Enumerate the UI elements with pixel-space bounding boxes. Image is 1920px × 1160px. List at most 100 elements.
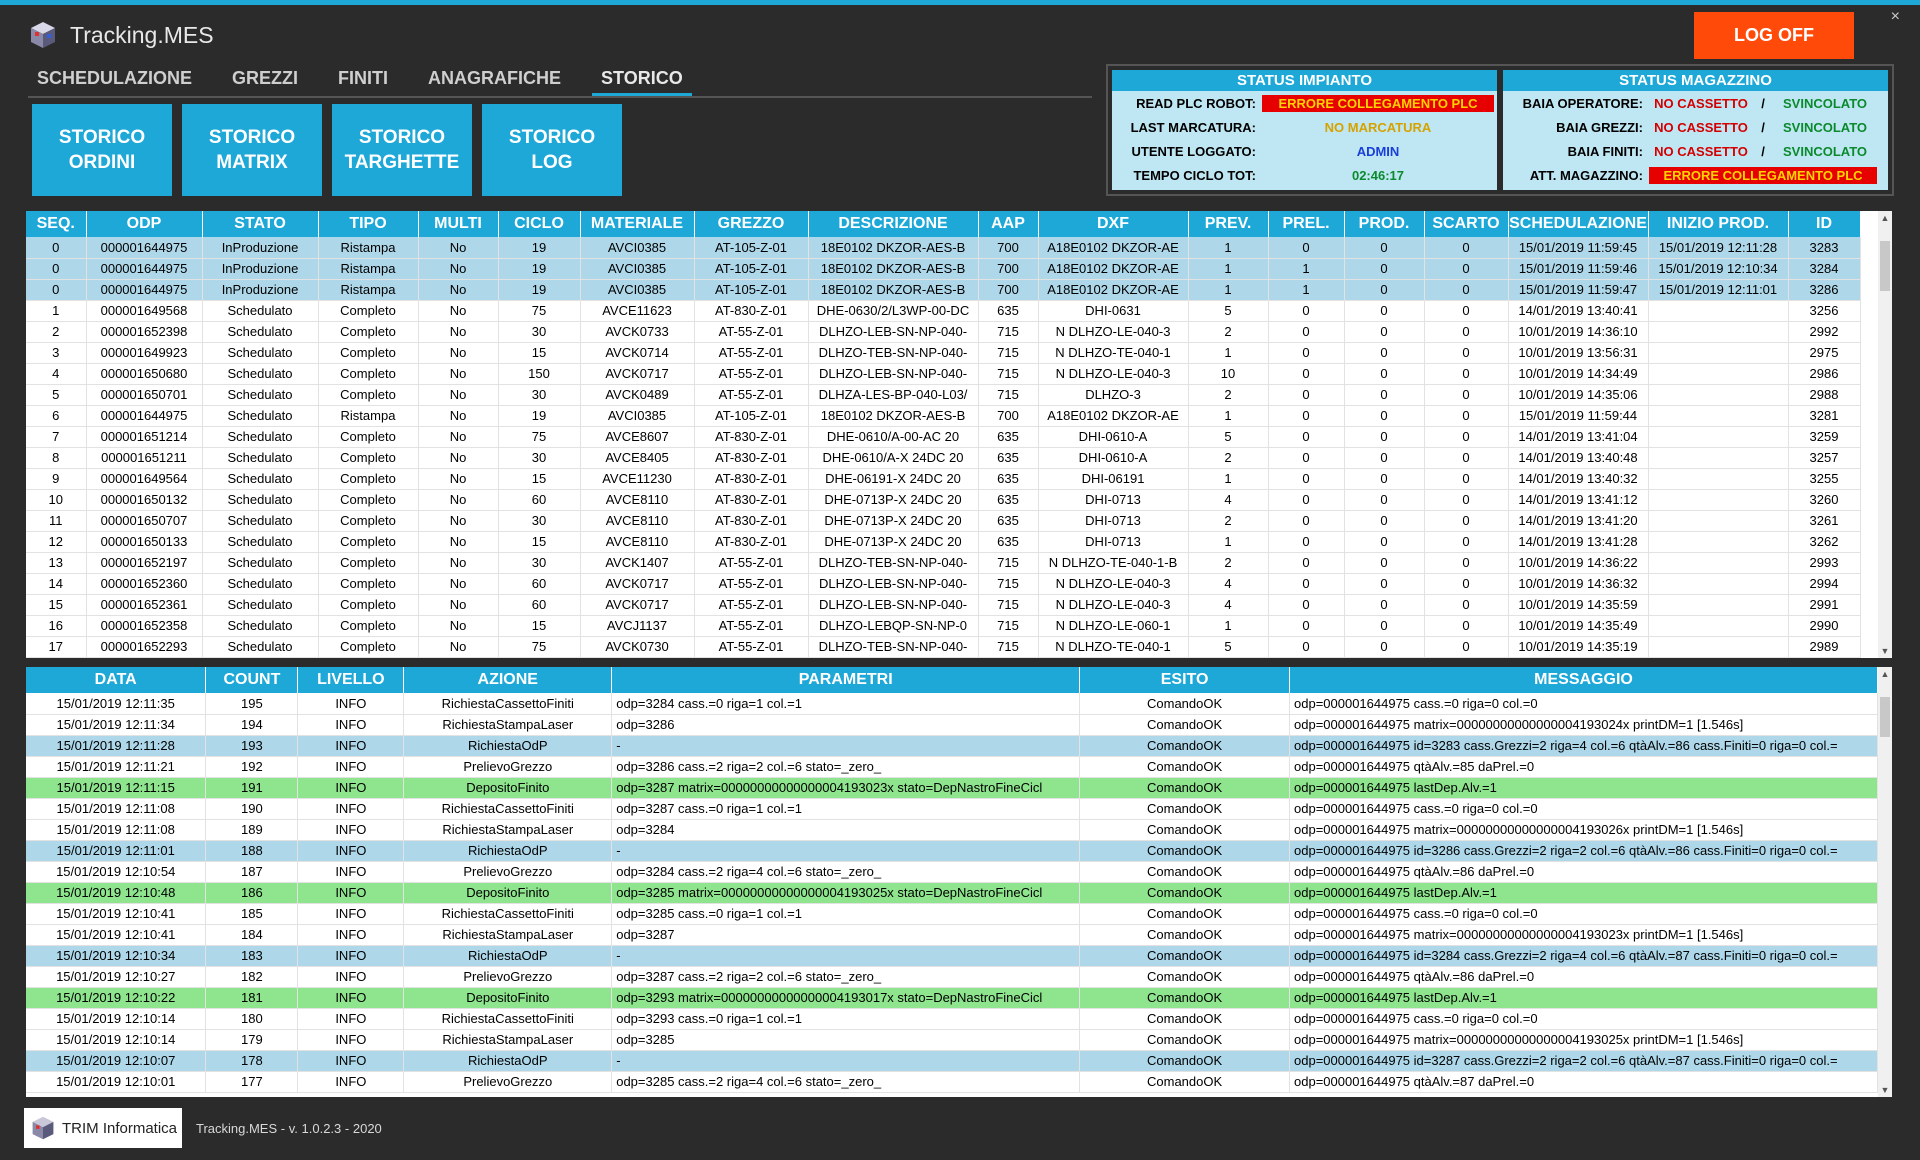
- orders-column-header[interactable]: DXF: [1038, 211, 1189, 237]
- scroll-thumb[interactable]: [1880, 697, 1890, 737]
- table-row[interactable]: 15/01/2019 12:10:54 187 INFO PrelievoGrezzo…: [26, 861, 1878, 883]
- table-row[interactable]: 15/01/2019 12:11:15 191 INFO DepositoFinito…: [26, 777, 1878, 799]
- table-row[interactable]: 16 000001652358 Schedulato Completo No 15 AVCJ…: [26, 615, 1861, 637]
- log-column-header[interactable]: LIVELLO: [297, 667, 405, 693]
- table-row[interactable]: 15/01/2019 12:11:08 190 INFO RichiestaCasse…: [26, 798, 1878, 820]
- table-row[interactable]: 15/01/2019 12:10:22 181 INFO DepositoFinito…: [26, 987, 1878, 1009]
- table-row[interactable]: 15/01/2019 12:11:35 195 INFO RichiestaCasse…: [26, 693, 1878, 715]
- menu-item-finiti[interactable]: FINITI: [329, 64, 397, 96]
- menu-item-schedulazione[interactable]: SCHEDULAZIONE: [28, 64, 201, 96]
- table-row[interactable]: 15/01/2019 12:11:01 188 INFO RichiestaOdP - C…: [26, 840, 1878, 862]
- table-cell: A18E0102 DKZOR-AE: [1038, 279, 1189, 301]
- table-cell: -: [611, 1050, 1081, 1072]
- menu-item-storico[interactable]: STORICO: [592, 64, 692, 96]
- orders-column-header[interactable]: SCHEDULAZIONE: [1508, 211, 1649, 237]
- table-row[interactable]: 15/01/2019 12:11:21 192 INFO PrelievoGrezzo…: [26, 756, 1878, 778]
- log-column-header[interactable]: AZIONE: [403, 667, 613, 693]
- storico-targhette-button[interactable]: STORICO TARGHETTE: [332, 104, 472, 196]
- table-row[interactable]: 14 000001652360 Schedulato Completo No 60 AVCK…: [26, 573, 1861, 595]
- log-column-header[interactable]: ESITO: [1079, 667, 1290, 693]
- table-row[interactable]: 15/01/2019 12:10:34 183 INFO RichiestaOdP - C…: [26, 945, 1878, 967]
- orders-column-header[interactable]: CICLO: [498, 211, 581, 237]
- table-cell: DHI-0631: [1038, 300, 1189, 322]
- status-impianto-title: STATUS IMPIANTO: [1112, 70, 1497, 91]
- table-row[interactable]: 15/01/2019 12:10:27 182 INFO PrelievoGrezzo…: [26, 966, 1878, 988]
- table-row[interactable]: 15/01/2019 12:11:34 194 INFO RichiestaStamp…: [26, 714, 1878, 736]
- log-column-header[interactable]: PARAMETRI: [611, 667, 1081, 693]
- table-row[interactable]: 8 000001651211 Schedulato Completo No 30 AVCE8…: [26, 447, 1861, 469]
- orders-column-header[interactable]: GREZZO: [694, 211, 809, 237]
- scroll-down-icon[interactable]: ▼: [1878, 646, 1892, 656]
- table-row[interactable]: 11 000001650707 Schedulato Completo No 30 AVCE…: [26, 510, 1861, 532]
- table-cell: 3255: [1788, 468, 1861, 490]
- storico-ordini-button[interactable]: STORICO ORDINI: [32, 104, 172, 196]
- orders-column-header[interactable]: MATERIALE: [580, 211, 695, 237]
- orders-column-header[interactable]: ID: [1788, 211, 1861, 237]
- log-column-header[interactable]: MESSAGGIO: [1289, 667, 1878, 693]
- table-cell: odp=3287 cass.=2 riga=2 col.=6 stato=_ze…: [611, 966, 1081, 988]
- table-cell: 0: [1424, 237, 1509, 259]
- table-cell: AVCK0733: [580, 321, 695, 343]
- table-row[interactable]: 15/01/2019 12:11:08 189 INFO RichiestaStamp…: [26, 819, 1878, 841]
- orders-column-header[interactable]: INIZIO PROD.: [1648, 211, 1789, 237]
- table-row[interactable]: 15 000001652361 Schedulato Completo No 60 AVCK…: [26, 594, 1861, 616]
- orders-column-header[interactable]: ODP: [86, 211, 203, 237]
- table-row[interactable]: 6 000001644975 Schedulato Ristampa No 19 AVCI0…: [26, 405, 1861, 427]
- log-column-header[interactable]: COUNT: [205, 667, 299, 693]
- scroll-down-icon[interactable]: ▼: [1878, 1085, 1892, 1095]
- scroll-up-icon[interactable]: ▲: [1878, 213, 1892, 223]
- orders-column-header[interactable]: PREL.: [1268, 211, 1345, 237]
- window-close-icon[interactable]: ×: [1891, 8, 1900, 26]
- table-row[interactable]: 4 000001650680 Schedulato Completo No 150 AVCK…: [26, 363, 1861, 385]
- table-cell: odp=3284 cass.=2 riga=4 col.=6 stato=_ze…: [611, 861, 1081, 883]
- table-row[interactable]: 15/01/2019 12:10:14 179 INFO RichiestaStamp…: [26, 1029, 1878, 1051]
- table-row[interactable]: 15/01/2019 12:10:41 185 INFO RichiestaCasse…: [26, 903, 1878, 925]
- scroll-up-icon[interactable]: ▲: [1878, 669, 1892, 679]
- table-row[interactable]: 12 000001650133 Schedulato Completo No 15 AVCE…: [26, 531, 1861, 553]
- table-row[interactable]: 7 000001651214 Schedulato Completo No 75 AVCE8…: [26, 426, 1861, 448]
- storico-matrix-button[interactable]: STORICO MATRIX: [182, 104, 322, 196]
- table-row[interactable]: 15/01/2019 12:10:41 184 INFO RichiestaStamp…: [26, 924, 1878, 946]
- table-row[interactable]: 0 000001644975 InProduzione Ristampa No 19 AVC…: [26, 237, 1861, 259]
- storico-log-button[interactable]: STORICO LOG: [482, 104, 622, 196]
- orders-column-header[interactable]: SCARTO: [1424, 211, 1509, 237]
- orders-column-header[interactable]: PROD.: [1344, 211, 1425, 237]
- table-row[interactable]: 15/01/2019 12:10:14 180 INFO RichiestaCasse…: [26, 1008, 1878, 1030]
- orders-scrollbar[interactable]: ▲ ▼: [1878, 211, 1892, 658]
- table-cell: No: [418, 447, 499, 469]
- log-scrollbar[interactable]: ▲ ▼: [1878, 667, 1892, 1097]
- table-row[interactable]: 5 000001650701 Schedulato Completo No 30 AVCK0…: [26, 384, 1861, 406]
- table-cell: PrelievoGrezzo: [403, 1071, 613, 1093]
- table-row[interactable]: 15/01/2019 12:10:48 186 INFO DepositoFinito…: [26, 882, 1878, 904]
- table-cell: 60: [498, 489, 581, 511]
- scroll-thumb[interactable]: [1880, 241, 1890, 291]
- table-row[interactable]: 1 000001649568 Schedulato Completo No 75 AVCE1…: [26, 300, 1861, 322]
- table-cell: PrelievoGrezzo: [403, 861, 613, 883]
- orders-column-header[interactable]: PREV.: [1188, 211, 1269, 237]
- table-row[interactable]: 0 000001644975 InProduzione Ristampa No 19 AVC…: [26, 279, 1861, 301]
- table-row[interactable]: 10 000001650132 Schedulato Completo No 60 AVCE…: [26, 489, 1861, 511]
- table-cell: RichiestaOdP: [403, 1050, 613, 1072]
- table-row[interactable]: 15/01/2019 12:10:07 178 INFO RichiestaOdP - C…: [26, 1050, 1878, 1072]
- table-cell: AT-105-Z-01: [694, 237, 809, 259]
- table-row[interactable]: 15/01/2019 12:10:01 177 INFO PrelievoGrezzo…: [26, 1071, 1878, 1093]
- table-row[interactable]: 9 000001649564 Schedulato Completo No 15 AVCE1…: [26, 468, 1861, 490]
- table-row[interactable]: 2 000001652398 Schedulato Completo No 30 AVCK0…: [26, 321, 1861, 343]
- table-row[interactable]: 3 000001649923 Schedulato Completo No 15 AVCK0…: [26, 342, 1861, 364]
- table-row[interactable]: 17 000001652293 Schedulato Completo No 75 AVCK…: [26, 636, 1861, 658]
- menu-item-grezzi[interactable]: GREZZI: [223, 64, 307, 96]
- table-cell: 0: [1268, 552, 1345, 574]
- logoff-button[interactable]: LOG OFF: [1694, 12, 1854, 59]
- orders-column-header[interactable]: TIPO: [318, 211, 419, 237]
- table-cell: 1: [1188, 615, 1269, 637]
- orders-column-header[interactable]: MULTI: [418, 211, 499, 237]
- log-column-header[interactable]: DATA: [26, 667, 207, 693]
- menu-item-anagrafiche[interactable]: ANAGRAFICHE: [419, 64, 570, 96]
- orders-column-header[interactable]: STATO: [202, 211, 319, 237]
- table-row[interactable]: 15/01/2019 12:11:28 193 INFO RichiestaOdP - C…: [26, 735, 1878, 757]
- orders-column-header[interactable]: AAP: [978, 211, 1039, 237]
- table-row[interactable]: 13 000001652197 Schedulato Completo No 30 AVCK…: [26, 552, 1861, 574]
- table-row[interactable]: 0 000001644975 InProduzione Ristampa No 19 AVC…: [26, 258, 1861, 280]
- orders-column-header[interactable]: SEQ.: [26, 211, 87, 237]
- orders-column-header[interactable]: DESCRIZIONE: [808, 211, 979, 237]
